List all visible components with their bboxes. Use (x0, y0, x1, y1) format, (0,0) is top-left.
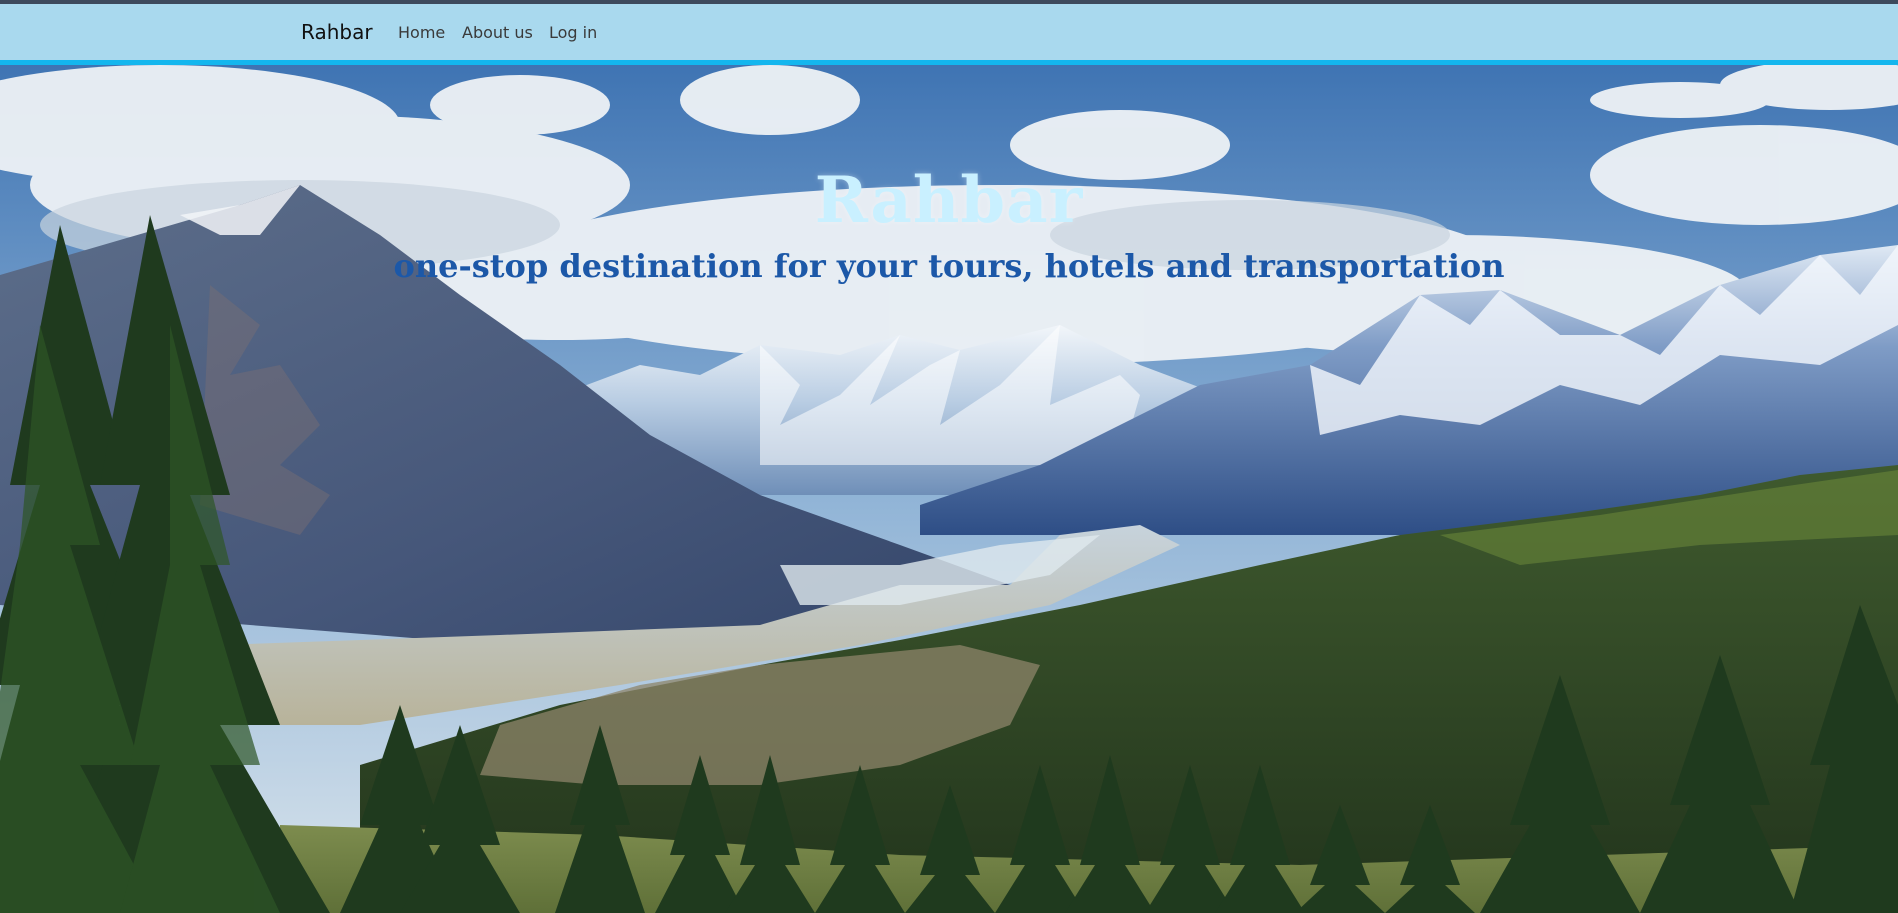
hero-subtitle: one-stop destination for your tours, hot… (393, 247, 1505, 285)
nav-link-log-in[interactable]: Log in (549, 23, 597, 42)
navbar: Rahbar Home About us Log in (0, 4, 1898, 65)
hero-section: Rahbar one-stop destination for your tou… (0, 65, 1898, 913)
brand-logo-link[interactable]: Rahbar (301, 20, 373, 44)
nav-link-about-us[interactable]: About us (462, 23, 533, 42)
hero-title: Rahbar (814, 163, 1084, 238)
nav-link-home[interactable]: Home (398, 23, 445, 42)
